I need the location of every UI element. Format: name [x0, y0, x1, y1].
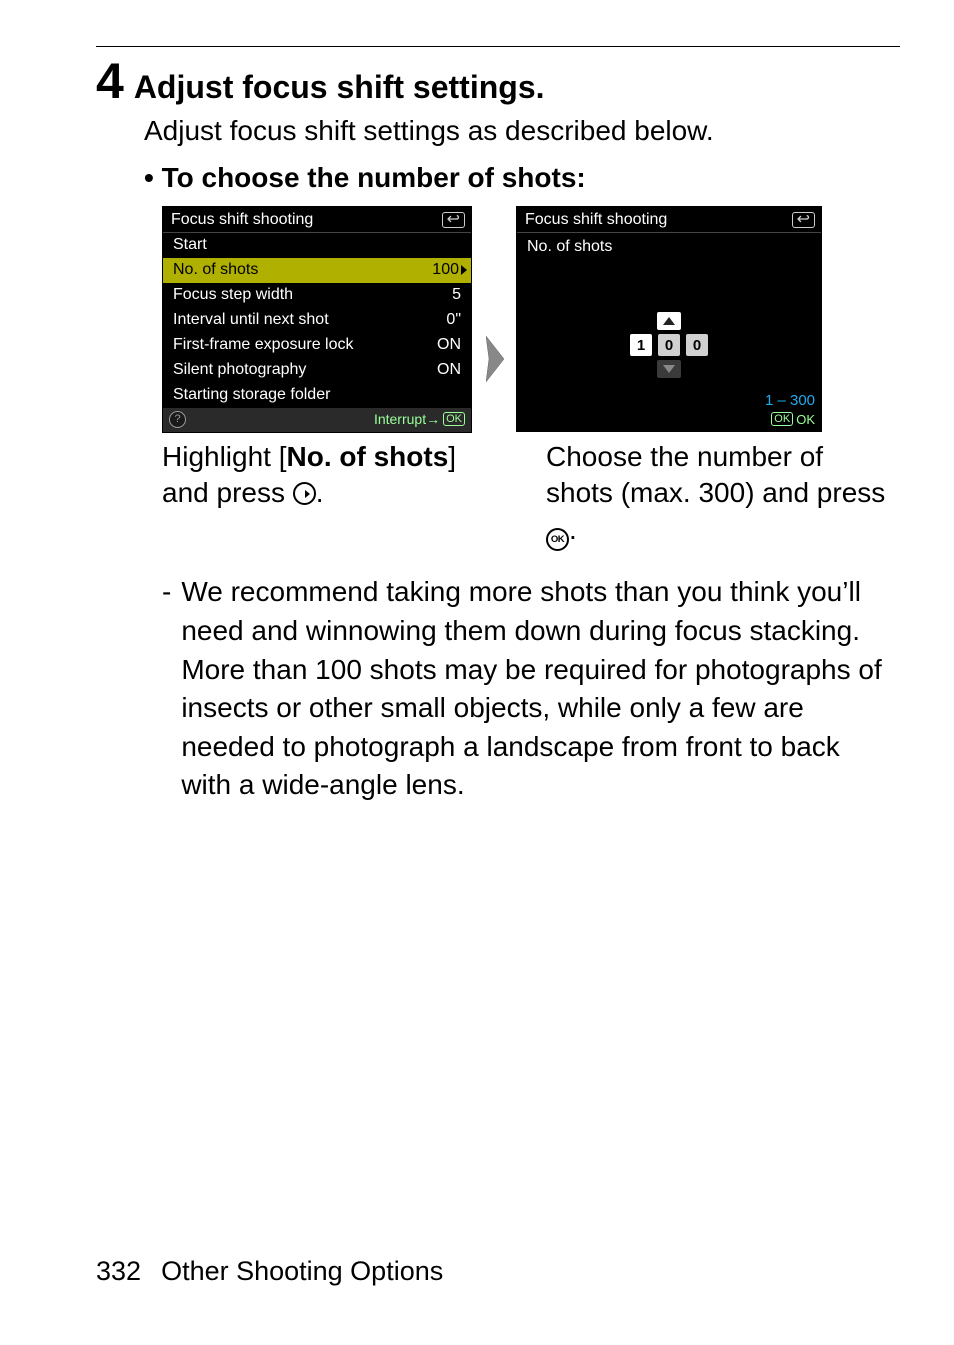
menu-item-exposure-lock: First-frame exposure lock ON	[163, 333, 471, 358]
lcd-footer: ? Interrupt→ OK	[163, 408, 471, 432]
lcd-subtitle: No. of shots	[527, 238, 612, 256]
menu-item-silent: Silent photography ON	[163, 358, 471, 383]
back-icon: ↩	[442, 212, 465, 228]
note-paragraph: - We recommend taking more shots than yo…	[162, 573, 900, 805]
step-description: Adjust focus shift settings as described…	[144, 112, 900, 150]
captions-row: Highlight [No. of shots] and press . Cho…	[162, 439, 900, 551]
step-heading: 4 Adjust focus shift settings.	[96, 58, 900, 106]
step-title: Adjust focus shift settings.	[134, 69, 545, 106]
dash-bullet: -	[162, 573, 171, 805]
chevron-right-icon	[461, 265, 467, 275]
label: No. of shots	[173, 261, 258, 279]
page-content: 4 Adjust focus shift settings. Adjust fo…	[96, 58, 900, 805]
digit-1: 1	[630, 334, 652, 356]
digits: 1 0 0	[630, 334, 708, 356]
digit-2: 0	[658, 334, 680, 356]
down-arrow-icon	[657, 360, 681, 378]
bullet-heading: • To choose the number of shots:	[144, 162, 900, 194]
step-number: 4	[96, 56, 124, 106]
interrupt-label: Interrupt→	[374, 411, 440, 427]
text: .	[569, 514, 577, 545]
menu-item-no-of-shots: No. of shots 100	[163, 258, 471, 283]
value: 0"	[446, 311, 461, 329]
caption-right: Choose the number of shots (max. 300) an…	[546, 439, 890, 551]
horizontal-rule	[96, 46, 900, 47]
ok-label: OK	[796, 412, 815, 427]
lcd-titlebar: Focus shift shooting ↩	[517, 207, 821, 233]
menu-item-interval: Interval until next shot 0"	[163, 308, 471, 333]
caption-left: Highlight [No. of shots] and press .	[162, 439, 506, 551]
menu-item-step-width: Focus step width 5	[163, 283, 471, 308]
value: 100	[432, 261, 459, 279]
label: Silent photography	[173, 361, 306, 379]
camera-value-screenshot: Focus shift shooting ↩ No. of shots 1 0 …	[516, 206, 822, 432]
label: Focus step width	[173, 286, 293, 304]
label: Starting storage folder	[173, 386, 330, 404]
page-footer: 332 Other Shooting Options	[96, 1256, 443, 1287]
up-arrow-icon	[657, 312, 681, 330]
menu-item-start: Start	[163, 233, 471, 258]
back-icon: ↩	[792, 212, 815, 228]
multi-selector-right-icon	[293, 482, 316, 505]
section-title: Other Shooting Options	[161, 1256, 443, 1287]
note-text: We recommend taking more shots than you …	[181, 573, 890, 805]
page-number: 332	[96, 1256, 141, 1287]
text: .	[316, 477, 324, 508]
value: ON	[437, 361, 461, 379]
lcd-titlebar: Focus shift shooting ↩	[163, 207, 471, 233]
help-icon: ?	[169, 411, 186, 428]
ok-button-icon: OK	[546, 528, 569, 551]
text: Highlight [	[162, 441, 287, 472]
lcd-title: Focus shift shooting	[525, 211, 667, 229]
value: 5	[452, 286, 461, 304]
ok-icon: OK	[771, 412, 793, 426]
digit-3: 0	[686, 334, 708, 356]
camera-menu-screenshot: Focus shift shooting ↩ Start No. of shot…	[162, 206, 472, 433]
text-bold: No. of shots	[287, 441, 449, 472]
transition-arrow-icon	[486, 336, 502, 382]
label: Interval until next shot	[173, 311, 329, 329]
value: ON	[437, 336, 461, 354]
menu-item-folder: Starting storage folder	[163, 383, 471, 408]
lcd-subtitle-row: No. of shots	[517, 233, 821, 260]
lcd2-footer: 1 – 300 OKOK	[765, 392, 815, 427]
range-text: 1 – 300	[765, 392, 815, 409]
label: First-frame exposure lock	[173, 336, 354, 354]
screenshots-row: Focus shift shooting ↩ Start No. of shot…	[162, 206, 900, 433]
value-spinner: 1 0 0	[630, 312, 708, 378]
label: Start	[173, 236, 207, 254]
ok-hint: OKOK	[771, 412, 815, 427]
lcd-title: Focus shift shooting	[171, 211, 313, 229]
ok-icon: OK	[443, 412, 465, 426]
interrupt-hint: Interrupt→ OK	[374, 411, 465, 427]
text: Choose the number of shots (max. 300) an…	[546, 441, 885, 508]
